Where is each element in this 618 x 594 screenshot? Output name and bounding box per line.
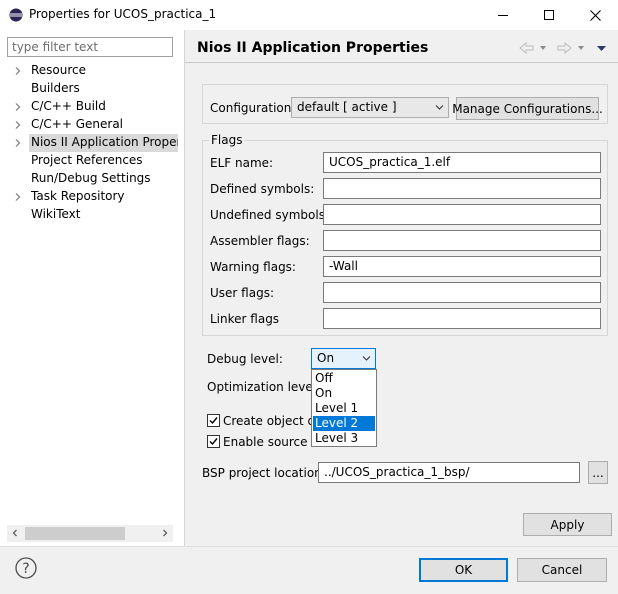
browse-button[interactable]: ... bbox=[588, 461, 608, 484]
debug-level-option[interactable]: Level 2 bbox=[313, 416, 375, 431]
tree-item[interactable]: WikiText bbox=[0, 206, 178, 224]
help-glyph: ? bbox=[22, 561, 29, 577]
flag-field[interactable] bbox=[323, 282, 601, 303]
tree-item-label: Project References bbox=[31, 153, 143, 167]
apply-button[interactable]: Apply bbox=[523, 513, 612, 536]
checkmark-icon bbox=[209, 417, 218, 425]
create-object-checkbox[interactable] bbox=[207, 414, 220, 427]
debug-level-value: On bbox=[317, 351, 335, 365]
tree-item-label: Task Repository bbox=[31, 189, 125, 203]
scrollbar-thumb[interactable] bbox=[25, 527, 125, 540]
chevron-right-icon[interactable] bbox=[14, 67, 22, 75]
configuration-combo[interactable]: default [ active ] bbox=[291, 97, 449, 118]
chevron-right-icon[interactable] bbox=[14, 193, 22, 201]
flag-field[interactable]: UCOS_practica_1.elf bbox=[323, 152, 601, 173]
flag-field[interactable] bbox=[323, 308, 601, 329]
tree-item-label: Resource bbox=[31, 63, 87, 77]
tree-item-label: C/C++ General bbox=[31, 117, 124, 131]
bsp-location-label: BSP project location: bbox=[202, 466, 326, 480]
chevron-right-icon[interactable] bbox=[14, 139, 22, 147]
flag-field[interactable] bbox=[323, 178, 601, 199]
cancel-button[interactable]: Cancel bbox=[517, 558, 607, 582]
tree-item[interactable]: Task Repository bbox=[0, 188, 178, 206]
flag-label: Linker flags bbox=[210, 312, 280, 326]
forward-icon[interactable] bbox=[557, 41, 572, 55]
bsp-location-field[interactable]: ../UCOS_practica_1_bsp/ bbox=[318, 462, 580, 483]
flag-field[interactable] bbox=[323, 204, 601, 225]
tree-item[interactable]: Nios II Application Properti bbox=[0, 134, 178, 152]
checkmark-icon bbox=[209, 438, 218, 446]
tree-item-label: Builders bbox=[31, 81, 80, 95]
chevron-down-icon bbox=[362, 356, 371, 361]
maximize-button[interactable] bbox=[526, 0, 572, 30]
pane-divider[interactable] bbox=[184, 30, 185, 546]
enable-source-label: Enable source m bbox=[223, 435, 324, 449]
help-icon[interactable]: ? bbox=[15, 557, 37, 579]
tree-item[interactable]: Project References bbox=[0, 152, 178, 170]
debug-level-option[interactable]: Level 1 bbox=[313, 401, 375, 416]
optimization-level-label: Optimization level: bbox=[207, 380, 321, 394]
tree-item-label: Nios II Application Properti bbox=[31, 135, 178, 149]
ok-button[interactable]: OK bbox=[419, 558, 508, 582]
forward-menu-icon[interactable] bbox=[578, 46, 584, 50]
minimize-button[interactable] bbox=[480, 0, 526, 30]
minimize-icon bbox=[498, 15, 508, 16]
page-title: Nios II Application Properties bbox=[197, 40, 429, 56]
close-icon bbox=[589, 9, 601, 21]
debug-level-label: Debug level: bbox=[207, 352, 283, 366]
close-button[interactable] bbox=[572, 0, 618, 30]
footer-separator bbox=[0, 546, 618, 547]
scroll-left-icon[interactable] bbox=[10, 528, 20, 538]
back-icon[interactable] bbox=[519, 41, 534, 55]
flag-label: ELF name: bbox=[210, 156, 274, 170]
chevron-right-icon[interactable] bbox=[14, 103, 22, 111]
debug-level-option[interactable]: On bbox=[313, 386, 375, 401]
page-navigation-icons bbox=[519, 41, 606, 55]
configuration-label: Configuration: bbox=[210, 101, 296, 115]
window-title: Properties for UCOS_practica_1 bbox=[29, 7, 217, 21]
chevron-right-icon[interactable] bbox=[14, 121, 22, 129]
manage-configurations-button[interactable]: Manage Configurations... bbox=[452, 97, 603, 120]
scroll-right-icon[interactable] bbox=[160, 528, 170, 538]
back-menu-icon[interactable] bbox=[540, 46, 546, 50]
tree-item[interactable]: C/C++ General bbox=[0, 116, 178, 134]
flag-label: Assembler flags: bbox=[210, 234, 310, 248]
configuration-value: default [ active ] bbox=[297, 100, 397, 114]
tree-item-label: Run/Debug Settings bbox=[31, 171, 151, 185]
tree-item[interactable]: Run/Debug Settings bbox=[0, 170, 178, 188]
header-separator bbox=[185, 62, 618, 63]
debug-level-combo[interactable]: On bbox=[311, 348, 376, 369]
tree-horizontal-scrollbar[interactable] bbox=[7, 525, 173, 542]
view-menu-icon[interactable] bbox=[597, 46, 606, 51]
chevron-down-icon bbox=[435, 105, 444, 110]
create-object-label: Create object du bbox=[223, 414, 323, 428]
tree-item[interactable]: Resource bbox=[0, 62, 178, 80]
filter-input[interactable] bbox=[7, 37, 173, 57]
eclipse-icon bbox=[9, 8, 23, 22]
debug-level-option[interactable]: Off bbox=[313, 371, 375, 386]
flag-label: Defined symbols: bbox=[210, 182, 315, 196]
flag-label: User flags: bbox=[210, 286, 274, 300]
debug-level-dropdown: Off On Level 1 Level 2 Level 3 bbox=[311, 369, 377, 447]
tree-item[interactable]: C/C++ Build bbox=[0, 98, 178, 116]
maximize-icon bbox=[544, 10, 554, 20]
flag-field[interactable]: -Wall bbox=[323, 256, 601, 277]
flags-group-title: Flags bbox=[209, 133, 245, 147]
debug-level-option[interactable]: Level 3 bbox=[313, 431, 375, 446]
flag-field[interactable] bbox=[323, 230, 601, 251]
flag-label: Warning flags: bbox=[210, 260, 296, 274]
tree-item-label: WikiText bbox=[31, 207, 81, 221]
tree-item-label: C/C++ Build bbox=[31, 99, 106, 113]
tree-item[interactable]: Builders bbox=[0, 80, 178, 98]
flag-label: Undefined symbols: bbox=[210, 208, 329, 222]
enable-source-checkbox[interactable] bbox=[207, 435, 220, 448]
